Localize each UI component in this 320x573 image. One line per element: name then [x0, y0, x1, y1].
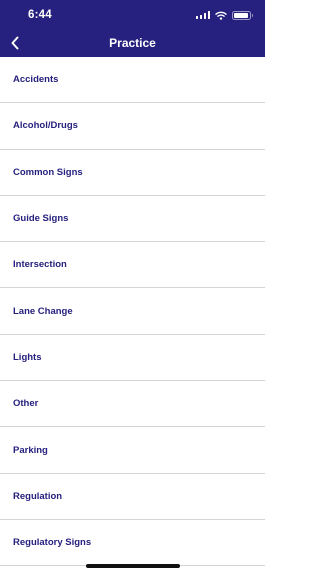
list-item-label: Other — [13, 398, 39, 410]
list-item-accidents[interactable]: Accidents — [0, 57, 265, 104]
list-item-lane-change[interactable]: Lane Change — [0, 288, 265, 335]
list-item-label: Parking — [13, 444, 48, 456]
list-item-label: Alcohol/Drugs — [13, 120, 78, 132]
list-item-lights[interactable]: Lights — [0, 334, 265, 382]
list-item-label: Regulatory Signs — [13, 537, 92, 549]
list-item-regulation[interactable]: Regulation — [0, 473, 265, 520]
list-item-label: Common Signs — [13, 166, 83, 178]
status-time: 6:44 — [28, 9, 52, 21]
list-item-guide-signs[interactable]: Guide Signs — [0, 195, 265, 243]
header: 6:44 Practice — [0, 0, 265, 57]
list-item-label: Lights — [13, 351, 42, 363]
signal-icon — [195, 11, 210, 19]
list-item-regulatory-signs[interactable]: Regulatory Signs — [0, 519, 265, 567]
list-item-label: Accidents — [13, 74, 59, 86]
list-item-other[interactable]: Other — [0, 381, 265, 428]
list-item-label: Lane Change — [13, 305, 73, 317]
list-item-label: Guide Signs — [13, 213, 69, 225]
battery-icon — [232, 10, 253, 20]
page-title: Practice — [109, 36, 156, 50]
status-bar: 6:44 — [0, 0, 265, 30]
nav-bar: Practice — [0, 30, 265, 57]
home-indicator — [86, 564, 180, 568]
practice-screen: 6:44 Practice Accidents Alcohol/Drugs Co… — [0, 0, 265, 573]
list-item-intersection[interactable]: Intersection — [0, 242, 265, 289]
list-item-parking[interactable]: Parking — [0, 427, 265, 474]
practice-list: Accidents Alcohol/Drugs Common Signs Gui… — [0, 57, 265, 567]
wifi-icon — [215, 11, 227, 20]
list-item-common-signs[interactable]: Common Signs — [0, 149, 265, 196]
list-item-alcohol-drugs[interactable]: Alcohol/Drugs — [0, 103, 265, 150]
list-item-label: Regulation — [13, 490, 63, 502]
status-icons — [195, 10, 253, 20]
list-item-label: Intersection — [13, 259, 67, 271]
